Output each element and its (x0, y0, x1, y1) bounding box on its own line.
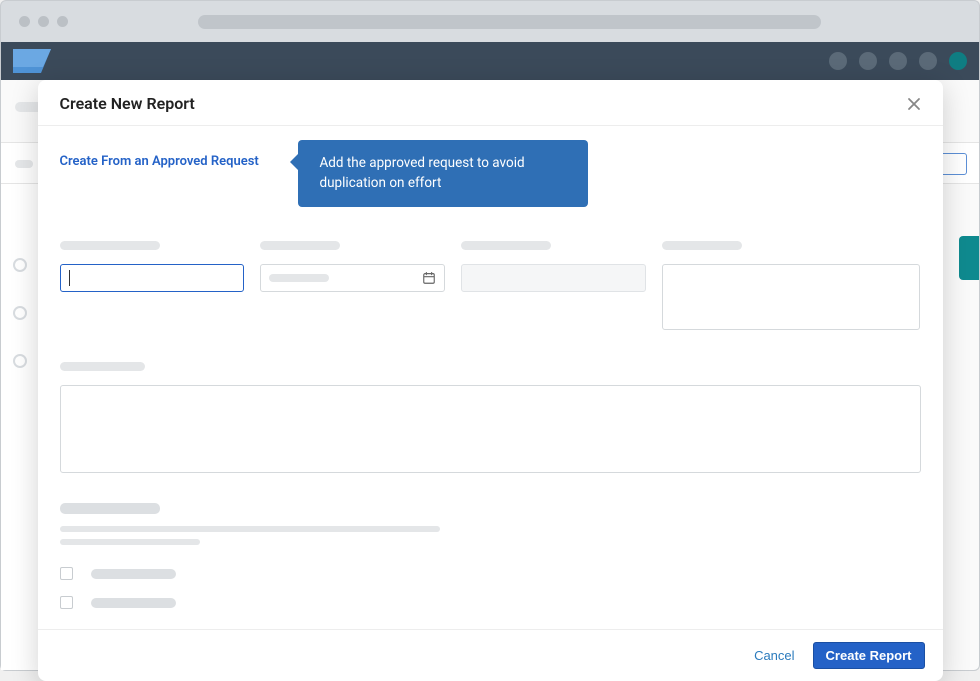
close-icon (906, 96, 922, 112)
header-action-dot[interactable] (859, 52, 877, 70)
calendar-icon (422, 271, 436, 285)
skeleton (15, 160, 33, 168)
description-skeleton (60, 539, 200, 545)
checkbox-label-skeleton (91, 569, 176, 579)
textarea-input[interactable] (662, 264, 921, 330)
checkbox-row-1 (60, 567, 921, 580)
field-1 (60, 241, 245, 330)
form-section-2 (60, 362, 921, 473)
section-heading-skeleton (60, 503, 160, 514)
field-3 (461, 241, 646, 330)
header-action-dot[interactable] (829, 52, 847, 70)
window-dot[interactable] (57, 16, 68, 27)
logo-icon (13, 49, 51, 73)
browser-chrome (0, 0, 980, 42)
checkbox-row-2 (60, 596, 921, 609)
field-4 (662, 241, 921, 330)
tooltip-callout: Add the approved request to avoid duplic… (298, 140, 588, 207)
create-report-modal: Create New Report Create From an Approve… (38, 80, 943, 681)
description-skeleton (60, 526, 440, 532)
header-action-dot[interactable] (919, 52, 937, 70)
field-label-skeleton (662, 241, 742, 250)
modal-backdrop: Create New Report Create From an Approve… (0, 0, 980, 671)
form-row-1 (60, 241, 921, 330)
window-dot[interactable] (38, 16, 49, 27)
bg-side-tab (959, 236, 979, 280)
create-report-button[interactable]: Create Report (813, 642, 925, 669)
app-header (0, 42, 980, 80)
window-dot[interactable] (19, 16, 30, 27)
header-avatar[interactable] (949, 52, 967, 70)
field-2 (260, 241, 445, 330)
field-label-skeleton (461, 241, 551, 250)
form-section-3 (60, 503, 921, 609)
field-label-skeleton (260, 241, 340, 250)
text-input-focused[interactable] (60, 264, 245, 292)
window-controls (19, 16, 68, 27)
modal-header: Create New Report (38, 80, 943, 126)
close-button[interactable] (905, 95, 923, 113)
field-label-skeleton (60, 362, 145, 371)
modal-footer: Cancel Create Report (38, 629, 943, 681)
cancel-button[interactable]: Cancel (754, 648, 794, 663)
url-bar[interactable] (198, 15, 821, 29)
skeleton-circle (13, 306, 27, 320)
skeleton-circle (13, 258, 27, 272)
header-actions (829, 52, 967, 70)
readonly-input (461, 264, 646, 292)
date-input[interactable] (260, 264, 445, 292)
modal-title: Create New Report (60, 94, 195, 113)
checkbox-label-skeleton (91, 598, 176, 608)
placeholder-skeleton (269, 274, 329, 282)
checkbox[interactable] (60, 567, 73, 580)
checkbox[interactable] (60, 596, 73, 609)
field-label-skeleton (60, 241, 160, 250)
create-from-approved-link[interactable]: Create From an Approved Request (60, 154, 259, 169)
text-cursor (69, 270, 70, 286)
tooltip-text: Add the approved request to avoid duplic… (320, 155, 525, 191)
header-action-dot[interactable] (889, 52, 907, 70)
modal-body: Create From an Approved Request Add the … (38, 126, 943, 629)
skeleton-circle (13, 354, 27, 368)
large-textarea[interactable] (60, 385, 921, 473)
